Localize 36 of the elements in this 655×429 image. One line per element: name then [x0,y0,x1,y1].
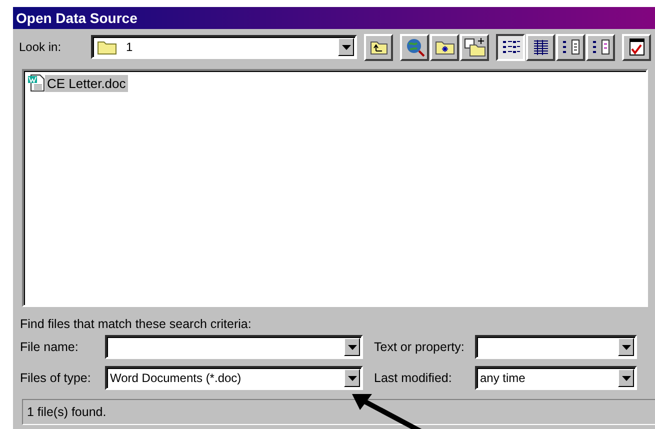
details-view-button[interactable] [526,34,555,60]
new-folder-button[interactable] [430,34,459,60]
field-label: Files of type: [20,371,92,385]
list-view-button[interactable] [496,34,525,60]
field-label: File name: [20,340,80,354]
checklist-icon [626,37,646,57]
file-name[interactable]: CE Letter.doc [45,74,128,92]
properties-view-button[interactable] [556,34,585,60]
document-icon [27,74,45,92]
window-title: Open Data Source [13,7,655,29]
add-folder-button[interactable] [460,34,489,60]
up-folder-icon [370,39,388,55]
combo-field[interactable]: any time [475,366,637,390]
field-value: any time [480,371,526,385]
up-folder-button[interactable] [364,34,393,60]
status-text: 1 file(s) found. [27,405,106,419]
combo-field[interactable]: Word Documents (*.doc) [105,366,363,390]
field-label: Text or property: [373,340,466,354]
combo-field[interactable] [475,335,637,359]
folder-plus-icon [464,37,486,57]
list-view-icon [500,38,520,56]
preview-view-button[interactable] [586,34,615,60]
preview-view-icon [590,38,610,56]
properties-view-icon [560,38,580,56]
web-search-button[interactable] [400,34,429,60]
folder-icon [97,39,117,55]
tools-button[interactable] [622,34,651,60]
globe-search-icon [404,37,424,57]
field-label: Last modified: [373,371,453,385]
combo-field[interactable] [105,335,363,359]
look-in-dropdown[interactable]: 1 [91,35,357,59]
new-folder-icon [434,39,454,55]
arrow-annotation [352,392,424,429]
look-in-label: Look in: [19,40,62,54]
field-value: Word Documents (*.doc) [110,371,242,385]
search-criteria-heading: Find files that match these search criteria: [20,317,252,331]
